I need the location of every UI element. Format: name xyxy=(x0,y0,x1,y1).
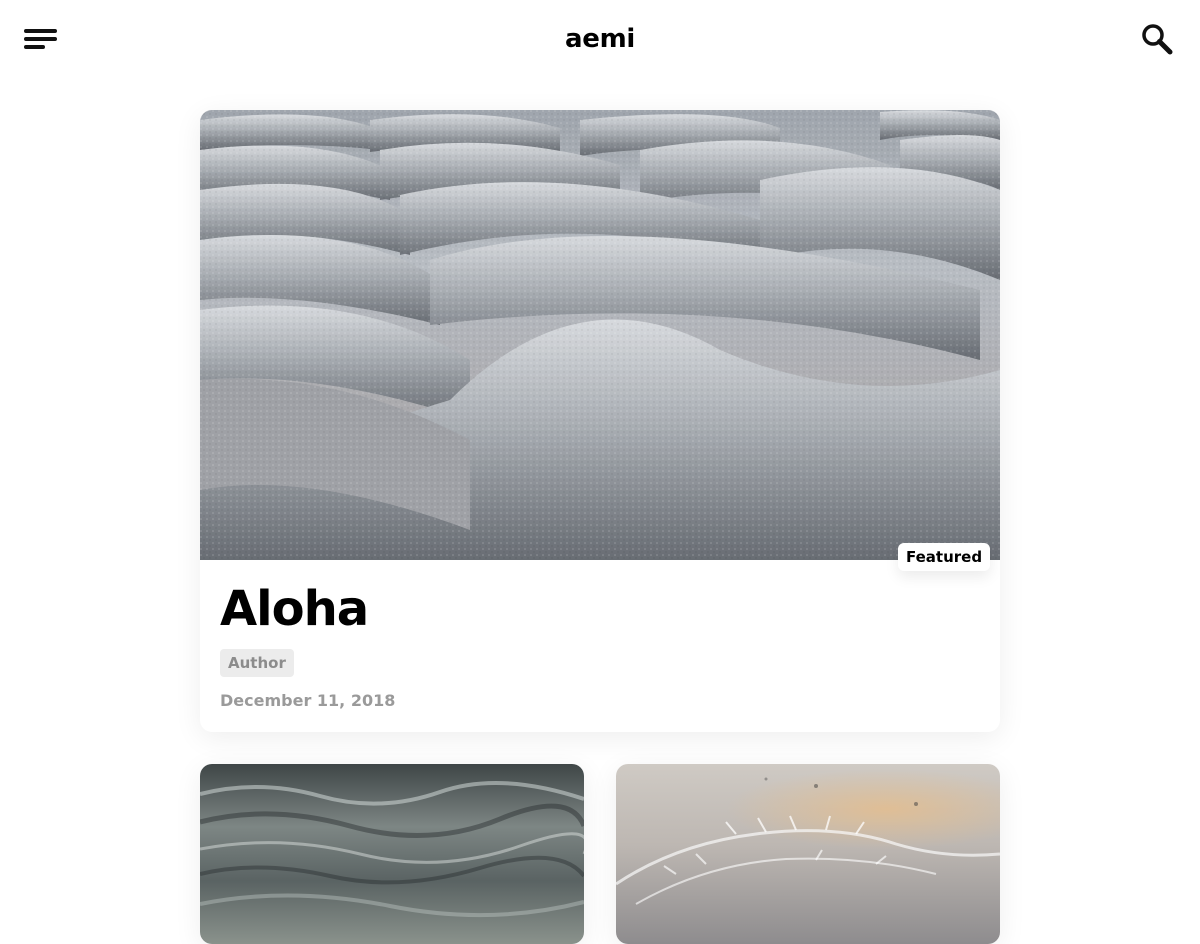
search-icon xyxy=(1142,24,1173,55)
site-header: aemi xyxy=(0,0,1200,80)
featured-post-image[interactable]: Featured xyxy=(200,110,1000,571)
post-card-frost[interactable] xyxy=(616,764,1000,944)
post-card-water[interactable] xyxy=(200,764,584,944)
featured-post-card[interactable]: Featured Aloha Author December 11, 2018 xyxy=(200,110,1000,732)
post-card-image[interactable] xyxy=(616,764,1000,944)
post-date: December 11, 2018 xyxy=(220,691,396,710)
site-title[interactable]: aemi xyxy=(0,22,1200,56)
frosted-roof-tiles-photo xyxy=(200,110,1000,560)
post-title[interactable]: Aloha xyxy=(220,580,369,638)
post-card-image[interactable] xyxy=(200,764,584,944)
author-tag[interactable]: Author xyxy=(220,649,294,677)
frost-pattern-photo xyxy=(616,777,1000,905)
search-button[interactable] xyxy=(1140,22,1174,56)
featured-badge: Featured xyxy=(898,543,991,571)
water-surface-photo xyxy=(200,781,584,918)
